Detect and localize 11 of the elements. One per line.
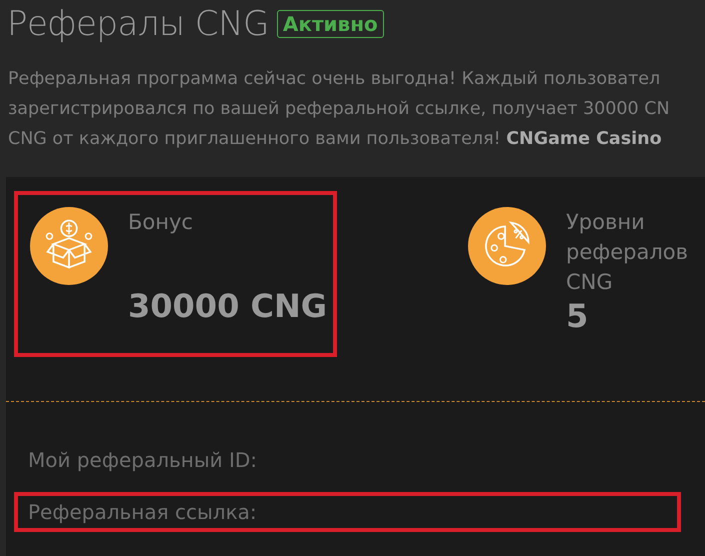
status-badge: Активно <box>276 10 384 38</box>
description-text: CNG от каждого приглашенного вами пользователя! CNGame Casino <box>8 128 663 151</box>
field-label: Реферальная ссылка: <box>28 500 257 524</box>
page-title: Рефералы CNG <box>7 4 269 44</box>
description-text: Реферальная программа сейчас очень выгодна! Каждый пользовател <box>8 68 662 91</box>
stat-value: 5 <box>566 297 590 335</box>
stat-value: 30000 CNG <box>128 287 327 325</box>
description-text: зарегистрировался по вашей реферальной ссылке, получает 30000 CN <box>8 98 671 121</box>
stat-label: Бонус <box>128 209 194 236</box>
stat-label: Уровни рефералов CNG <box>566 209 689 296</box>
field-label: Мой реферальный ID: <box>28 448 258 472</box>
